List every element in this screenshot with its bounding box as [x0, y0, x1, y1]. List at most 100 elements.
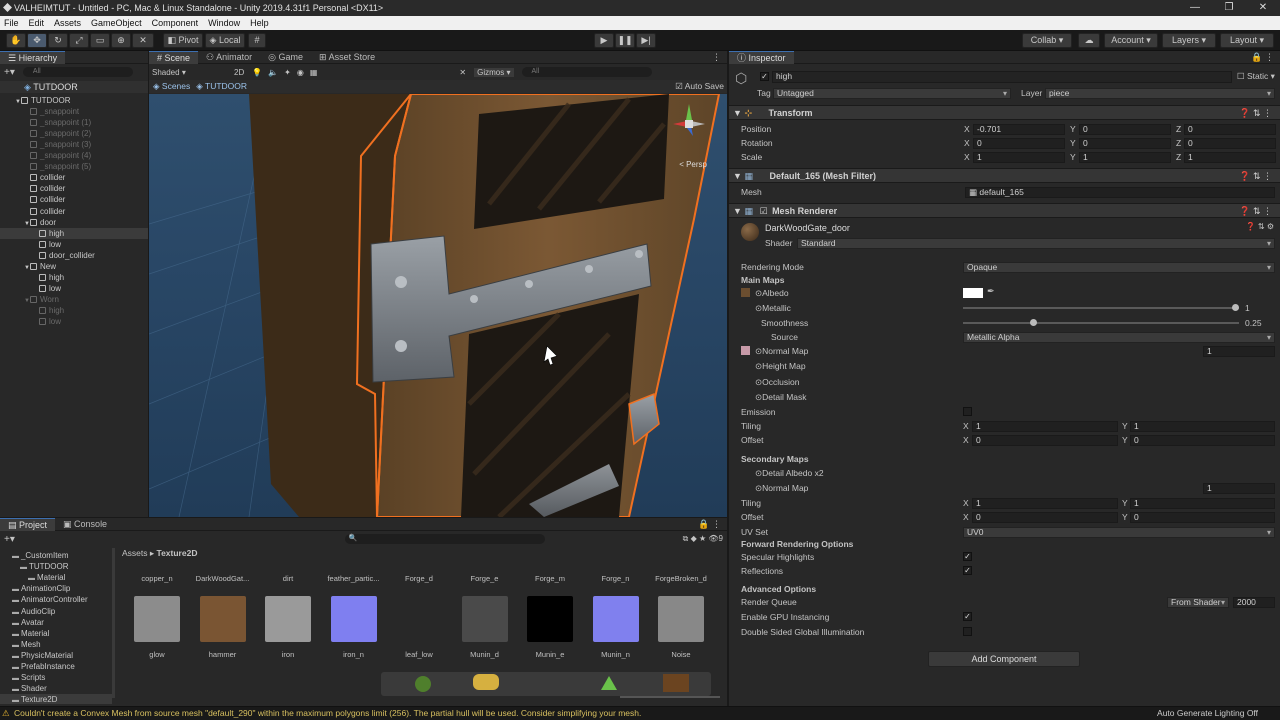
hierarchy-item[interactable]: collider	[0, 172, 65, 183]
step-button-icon[interactable]: ▶|	[636, 33, 656, 48]
double-sided-gi-checkbox[interactable]	[963, 627, 972, 636]
folder-item[interactable]: ▬ Mesh	[12, 639, 41, 650]
tiling2-y-field[interactable]: 1	[1130, 498, 1275, 509]
position-x-field[interactable]: -0.701	[973, 124, 1065, 135]
menu-window[interactable]: Window	[208, 18, 240, 28]
normal-map2-scale-field[interactable]: 1	[1203, 483, 1275, 494]
tab-animator[interactable]: ⚇ Animator	[198, 51, 260, 64]
cloud-icon[interactable]: ☁	[1078, 33, 1100, 48]
hierarchy-item[interactable]: _snappoint	[0, 106, 79, 117]
tiling-x-field[interactable]: 1	[972, 421, 1118, 432]
tree-scrollbar[interactable]	[112, 548, 115, 698]
mesh-filter-menu-icon[interactable]: ❓ ⇅ ⋮	[1239, 169, 1272, 183]
scale-tool-icon[interactable]: ⤢	[69, 33, 89, 48]
rect-tool-icon[interactable]: ▭	[90, 33, 110, 48]
rotate-tool-icon[interactable]: ↻	[48, 33, 68, 48]
position-y-field[interactable]: 0	[1079, 124, 1171, 135]
asset-tile[interactable]: iron_n	[323, 596, 385, 659]
hierarchy-item[interactable]: ▼ New	[0, 261, 56, 272]
position-z-field[interactable]: 0	[1184, 124, 1276, 135]
minimize-button[interactable]: —	[1178, 0, 1212, 16]
emission-checkbox[interactable]	[963, 407, 972, 416]
albedo-texture-slot[interactable]	[741, 288, 750, 297]
tab-scene[interactable]: # Scene	[149, 50, 199, 64]
hierarchy-item[interactable]: low	[0, 316, 61, 327]
grid-icon[interactable]: ▦	[310, 68, 318, 77]
folder-item[interactable]: ▬ PhysicMaterial	[12, 650, 73, 661]
smoothness-slider[interactable]	[963, 317, 1239, 329]
auto-save-toggle[interactable]: ☑ Auto Save	[675, 81, 724, 92]
account-dropdown[interactable]: Account ▾	[1104, 33, 1158, 48]
eyedropper-icon[interactable]: ✒	[987, 286, 995, 297]
grid-snap-icon[interactable]: #	[248, 33, 266, 48]
asset-tile[interactable]: dirt	[257, 574, 319, 583]
pause-button-icon[interactable]: ❚❚	[615, 33, 635, 48]
asset-tile[interactable]: Munin_d	[454, 596, 516, 659]
folder-item[interactable]: ▬ AnimatorController	[12, 594, 88, 605]
hierarchy-item[interactable]: low	[0, 239, 61, 250]
offset2-y-field[interactable]: 0	[1130, 512, 1275, 523]
scale-z-field[interactable]: 1	[1184, 152, 1276, 163]
source-dropdown[interactable]: Metallic Alpha	[963, 332, 1275, 343]
asset-tile[interactable]: hammer	[192, 596, 254, 659]
static-toggle[interactable]: ☐ Static ▾	[1237, 71, 1275, 82]
hierarchy-item[interactable]: collider	[0, 194, 65, 205]
tools-icon[interactable]: ✕	[459, 68, 466, 77]
tag-dropdown[interactable]: Untagged	[773, 88, 1011, 99]
asset-tile[interactable]: Forge_m	[519, 574, 581, 583]
hierarchy-item[interactable]: _snappoint (3)	[0, 139, 91, 150]
layers-dropdown[interactable]: Layers ▾	[1162, 33, 1216, 48]
folder-item[interactable]: ▬ Shader	[12, 683, 47, 694]
panel-menu-icon[interactable]: ⋮	[712, 52, 721, 63]
metallic-slider[interactable]	[963, 302, 1239, 314]
persp-label[interactable]: < Persp	[679, 160, 707, 169]
hierarchy-item[interactable]: _snappoint (5)	[0, 161, 91, 172]
asset-tile[interactable]: DarkWoodGat...	[192, 574, 254, 583]
asset-tile[interactable]: ForgeBroken_d	[650, 574, 712, 583]
custom-tool-icon[interactable]: ✕	[132, 33, 154, 48]
smoothness-value[interactable]: 0.25	[1245, 317, 1262, 329]
asset-tile[interactable]: Forge_d	[388, 574, 450, 583]
asset-tile[interactable]: copper_n	[126, 574, 188, 583]
project-search-input[interactable]: 🔍	[344, 534, 545, 544]
maximize-button[interactable]: ❐	[1212, 0, 1246, 16]
tutdoor-crumb[interactable]: ◈ TUTDOOR	[196, 81, 247, 92]
tab-hierarchy[interactable]: ☰ Hierarchy	[0, 50, 66, 64]
create-plus-icon[interactable]: +▾	[4, 67, 15, 78]
asset-tile[interactable]: leaf_low	[388, 596, 450, 659]
material-menu-icon[interactable]: ❓ ⇅ ⚙	[1246, 222, 1274, 231]
project-filter-icons[interactable]: ⧉ ◆ ★ 👁9	[683, 534, 723, 544]
hand-tool-icon[interactable]: ✋	[6, 33, 26, 48]
tab-project[interactable]: ▤ Project	[0, 517, 56, 531]
thumbnail-size-slider[interactable]	[620, 696, 720, 698]
local-toggle[interactable]: ◈ Local	[205, 33, 245, 48]
folder-item[interactable]: ▬ AudioClip	[12, 606, 55, 617]
shading-mode-dropdown[interactable]: Shaded ▾	[152, 68, 230, 77]
menu-help[interactable]: Help	[250, 18, 269, 28]
asset-tile[interactable]: feather_partic...	[323, 574, 385, 583]
reflections-checkbox[interactable]: ✓	[963, 566, 972, 575]
hierarchy-item[interactable]: high	[0, 272, 64, 283]
metallic-slider-knob[interactable]	[1232, 304, 1239, 311]
layer-dropdown[interactable]: piece	[1045, 88, 1275, 99]
tab-game[interactable]: ◎ Game	[260, 51, 311, 64]
folder-item[interactable]: ▬ _CustomItem	[12, 550, 69, 561]
hierarchy-item[interactable]: collider	[0, 183, 65, 194]
tiling2-x-field[interactable]: 1	[972, 498, 1118, 509]
mesh-renderer-checkbox[interactable]: ☑	[759, 206, 767, 216]
menu-file[interactable]: File	[4, 18, 19, 28]
offset2-x-field[interactable]: 0	[972, 512, 1118, 523]
active-checkbox[interactable]: ✓	[760, 72, 769, 81]
scene-viewport[interactable]: < Persp	[149, 94, 727, 517]
smoothness-slider-knob[interactable]	[1030, 319, 1038, 326]
mesh-field[interactable]: ▦ default_165	[965, 187, 1275, 198]
hierarchy-search-input[interactable]: All	[22, 67, 133, 77]
pivot-toggle[interactable]: ◧ Pivot	[163, 33, 203, 48]
folder-item[interactable]: ▬ Material	[28, 572, 65, 583]
tab-asset-store[interactable]: ⊞ Asset Store	[311, 51, 383, 64]
folder-item[interactable]: ▬ Avatar	[12, 617, 44, 628]
assets-crumb[interactable]: Assets	[122, 548, 148, 558]
play-button-icon[interactable]: ▶	[594, 33, 614, 48]
offset-x-field[interactable]: 0	[972, 435, 1118, 446]
hierarchy-item[interactable]: ▼ door	[0, 217, 56, 228]
